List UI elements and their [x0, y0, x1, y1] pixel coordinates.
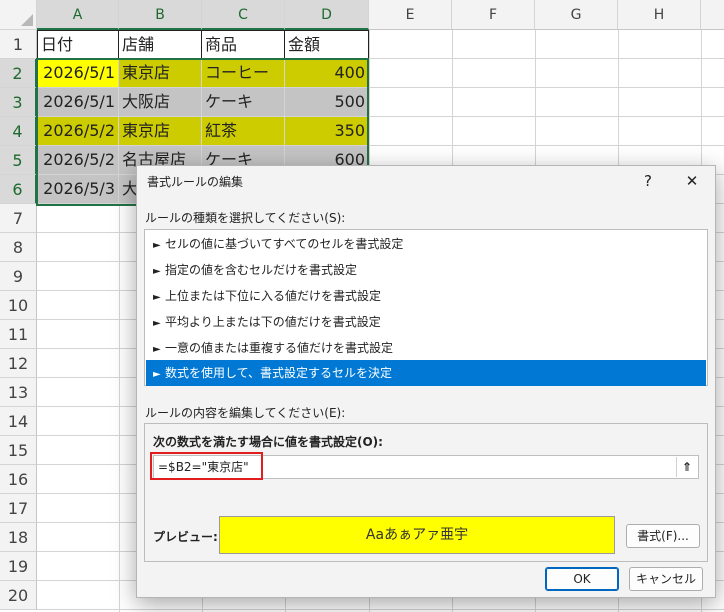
cell-b2[interactable]: 東京店 — [119, 59, 202, 88]
rule-type-item-selected[interactable]: ► 数式を使用して、書式設定するセルを決定 — [146, 360, 706, 386]
cell-a2[interactable]: 2026/5/1 — [37, 59, 119, 88]
preview-label: プレビュー: — [153, 530, 218, 544]
row-header-10[interactable]: 10 — [0, 291, 37, 320]
rule-type-item[interactable]: ► 上位または下位に入る値だけを書式設定 — [146, 283, 706, 309]
column-header-f[interactable]: F — [452, 0, 535, 30]
rule-type-list[interactable]: ► セルの値に基づいてすべてのセルを書式設定 ► 指定の値を含むセルだけを書式設定 … — [144, 229, 708, 386]
cancel-button[interactable]: キャンセル — [629, 567, 703, 591]
row-header-2[interactable]: 2 — [0, 59, 37, 88]
row-header-5[interactable]: 5 — [0, 146, 37, 175]
ok-button[interactable]: OK — [545, 567, 619, 591]
arrow-icon: ► — [153, 369, 161, 380]
column-header-i[interactable] — [701, 0, 724, 30]
row-header-18[interactable]: 18 — [0, 523, 37, 552]
column-header-e[interactable]: E — [369, 0, 452, 30]
cell-b3[interactable]: 大阪店 — [119, 88, 202, 117]
edit-rule-label: ルールの内容を編集してください(E): — [145, 406, 346, 420]
header-cell-amount[interactable]: 金額 — [285, 30, 369, 59]
cell-a6[interactable]: 2026/5/3 — [37, 175, 119, 204]
row-header-8[interactable]: 8 — [0, 233, 37, 262]
header-cell-date[interactable]: 日付 — [37, 30, 119, 59]
rule-type-item[interactable]: ► 一意の値または重複する値だけを書式設定 — [146, 335, 706, 361]
column-header-g[interactable]: G — [535, 0, 618, 30]
column-header-c[interactable]: C — [202, 0, 285, 30]
close-icon[interactable]: ✕ — [675, 168, 709, 194]
column-header-b[interactable]: B — [119, 0, 202, 30]
rule-type-item[interactable]: ► 指定の値を含むセルだけを書式設定 — [146, 257, 706, 283]
row-header-14[interactable]: 14 — [0, 407, 37, 436]
cell-a4[interactable]: 2026/5/2 — [37, 117, 119, 146]
column-header-h[interactable]: H — [618, 0, 701, 30]
row-header-4[interactable]: 4 — [0, 117, 37, 146]
row-header-15[interactable]: 15 — [0, 436, 37, 465]
row-header-1[interactable]: 1 — [0, 30, 37, 59]
arrow-icon: ► — [153, 292, 161, 303]
row-header-9[interactable]: 9 — [0, 262, 37, 291]
row-header-6[interactable]: 6 — [0, 175, 37, 204]
header-cell-store[interactable]: 店舗 — [119, 30, 202, 59]
arrow-icon: ► — [153, 318, 161, 329]
rule-type-item[interactable]: ► セルの値に基づいてすべてのセルを書式設定 — [146, 231, 706, 257]
rule-type-label-text: 数式を使用して、書式設定するセルを決定 — [165, 366, 393, 380]
cell-c4[interactable]: 紅茶 — [202, 117, 285, 146]
collapse-dialog-icon[interactable]: ⇑ — [676, 457, 697, 477]
column-header-d[interactable]: D — [285, 0, 369, 30]
cell-d4[interactable]: 350 — [285, 117, 369, 146]
formula-highlight-box — [150, 452, 263, 480]
row-header-16[interactable]: 16 — [0, 465, 37, 494]
row-header-20[interactable]: 20 — [0, 581, 37, 610]
edit-formatting-rule-dialog: 書式ルールの編集 ? ✕ ルールの種類を選択してください(S): ► セルの値に基… — [136, 165, 716, 598]
preview-box: Aaあぁアァ亜宇 — [219, 516, 615, 554]
row-header-19[interactable]: 19 — [0, 552, 37, 581]
rule-type-label-text: 平均より上または下の値だけを書式設定 — [165, 315, 381, 329]
row-header-17[interactable]: 17 — [0, 494, 37, 523]
arrow-icon: ► — [153, 266, 161, 277]
dialog-titlebar[interactable]: 書式ルールの編集 ? ✕ — [137, 166, 715, 196]
cell-d3[interactable]: 500 — [285, 88, 369, 117]
rule-type-label-text: 上位または下位に入る値だけを書式設定 — [165, 289, 382, 303]
row-header-11[interactable]: 11 — [0, 320, 37, 349]
cell-b4[interactable]: 東京店 — [119, 117, 202, 146]
format-button[interactable]: 書式(F)... — [626, 524, 700, 548]
formula-label: 次の数式を満たす場合に値を書式設定(O): — [153, 435, 383, 449]
cell-d2[interactable]: 400 — [285, 59, 369, 88]
help-button[interactable]: ? — [631, 168, 665, 194]
column-header-a[interactable]: A — [37, 0, 119, 30]
rule-type-label-text: 一意の値または重複する値だけを書式設定 — [165, 341, 394, 355]
cell-a3[interactable]: 2026/5/1 — [37, 88, 119, 117]
cell-c3[interactable]: ケーキ — [202, 88, 285, 117]
cell-c2[interactable]: コーヒー — [202, 59, 285, 88]
arrow-icon: ► — [153, 240, 161, 251]
dialog-title: 書式ルールの編集 — [147, 175, 244, 189]
rule-type-label: ルールの種類を選択してください(S): — [145, 211, 346, 225]
rule-type-item[interactable]: ► 平均より上または下の値だけを書式設定 — [146, 309, 706, 335]
rule-description-panel: 次の数式を満たす場合に値を書式設定(O): =$B2="東京店" ⇑ プレビュー… — [144, 423, 708, 562]
rule-type-label-text: 指定の値を含むセルだけを書式設定 — [165, 263, 358, 277]
row-header-3[interactable]: 3 — [0, 88, 37, 117]
row-header-13[interactable]: 13 — [0, 378, 37, 407]
row-header-7[interactable]: 7 — [0, 204, 37, 233]
rule-type-label-text: セルの値に基づいてすべてのセルを書式設定 — [165, 237, 404, 251]
cell-a5[interactable]: 2026/5/2 — [37, 146, 119, 175]
header-cell-product[interactable]: 商品 — [202, 30, 285, 59]
select-all-corner[interactable] — [0, 0, 37, 30]
row-header-12[interactable]: 12 — [0, 349, 37, 378]
